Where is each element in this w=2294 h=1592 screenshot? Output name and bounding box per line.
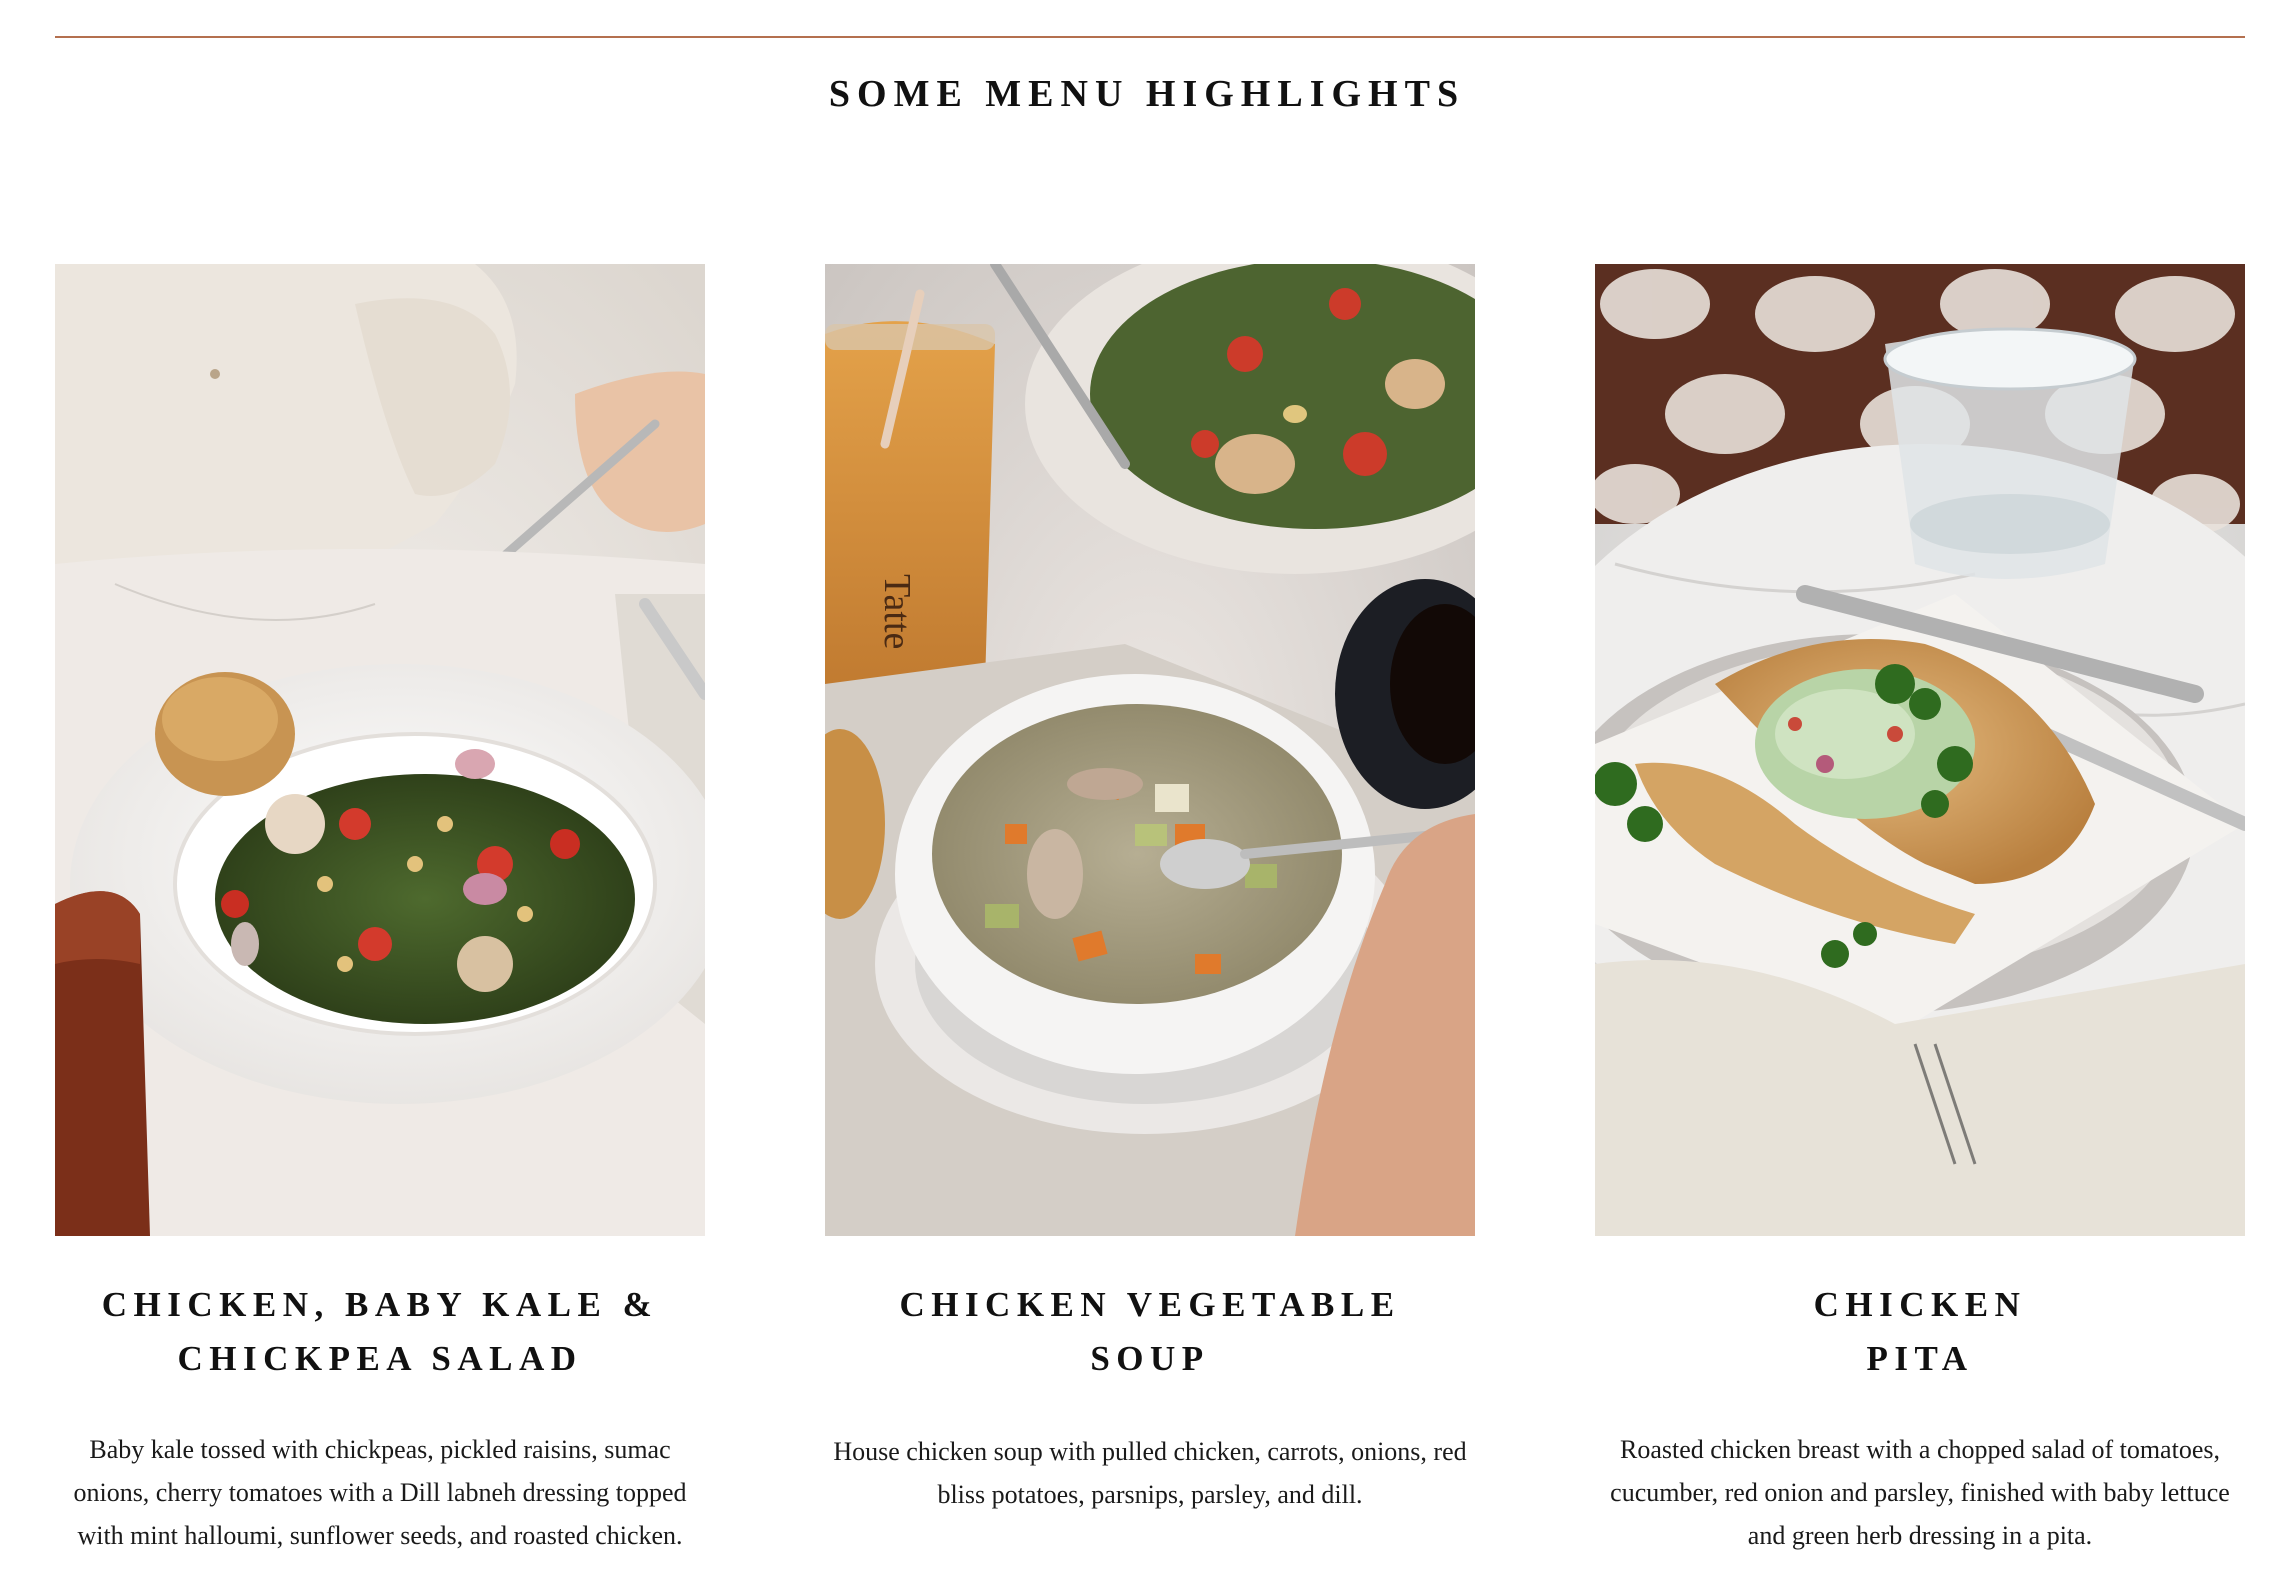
card-title-line: CHICKPEA SALAD bbox=[177, 1339, 583, 1378]
card-title-line: SOUP bbox=[1090, 1339, 1210, 1378]
menu-highlights: CHICKEN, BABY KALE & CHICKPEA SALAD Baby… bbox=[55, 264, 2245, 1592]
cup-brand-text: Tatte bbox=[876, 574, 918, 649]
top-divider bbox=[55, 36, 2245, 38]
card-title: CHICKEN, BABY KALE & CHICKPEA SALAD bbox=[35, 1278, 725, 1386]
pita-photo-image bbox=[1595, 264, 2245, 1236]
pita-photo[interactable] bbox=[1595, 264, 2245, 1236]
menu-card-salad[interactable]: CHICKEN, BABY KALE & CHICKPEA SALAD Baby… bbox=[55, 264, 705, 1550]
menu-card-pita[interactable]: CHICKEN PITA Roasted chicken breast with… bbox=[1595, 264, 2245, 1550]
salad-photo-image bbox=[55, 264, 705, 1236]
card-title-line: PITA bbox=[1866, 1339, 1974, 1378]
salad-photo[interactable] bbox=[55, 264, 705, 1236]
card-description: Baby kale tossed with chickpeas, pickled… bbox=[73, 1435, 687, 1550]
card-title: CHICKEN PITA bbox=[1575, 1278, 2265, 1386]
card-title-line: CHICKEN VEGETABLE bbox=[899, 1285, 1401, 1324]
section-title: SOME MENU HIGHLIGHTS bbox=[828, 73, 1466, 115]
card-description: Roasted chicken breast with a chopped sa… bbox=[1610, 1435, 2230, 1550]
soup-photo-image: Tatte bbox=[825, 264, 1475, 1236]
menu-card-soup[interactable]: Tatte CHICKEN VEGETABLE SOUP House chick… bbox=[825, 264, 1475, 1509]
card-description: House chicken soup with pulled chicken, … bbox=[833, 1437, 1467, 1509]
card-title: CHICKEN VEGETABLE SOUP bbox=[805, 1278, 1495, 1386]
card-title-line: CHICKEN bbox=[1813, 1285, 2027, 1324]
soup-photo[interactable]: Tatte bbox=[825, 264, 1475, 1236]
card-title-line: CHICKEN, BABY KALE & bbox=[101, 1285, 659, 1324]
